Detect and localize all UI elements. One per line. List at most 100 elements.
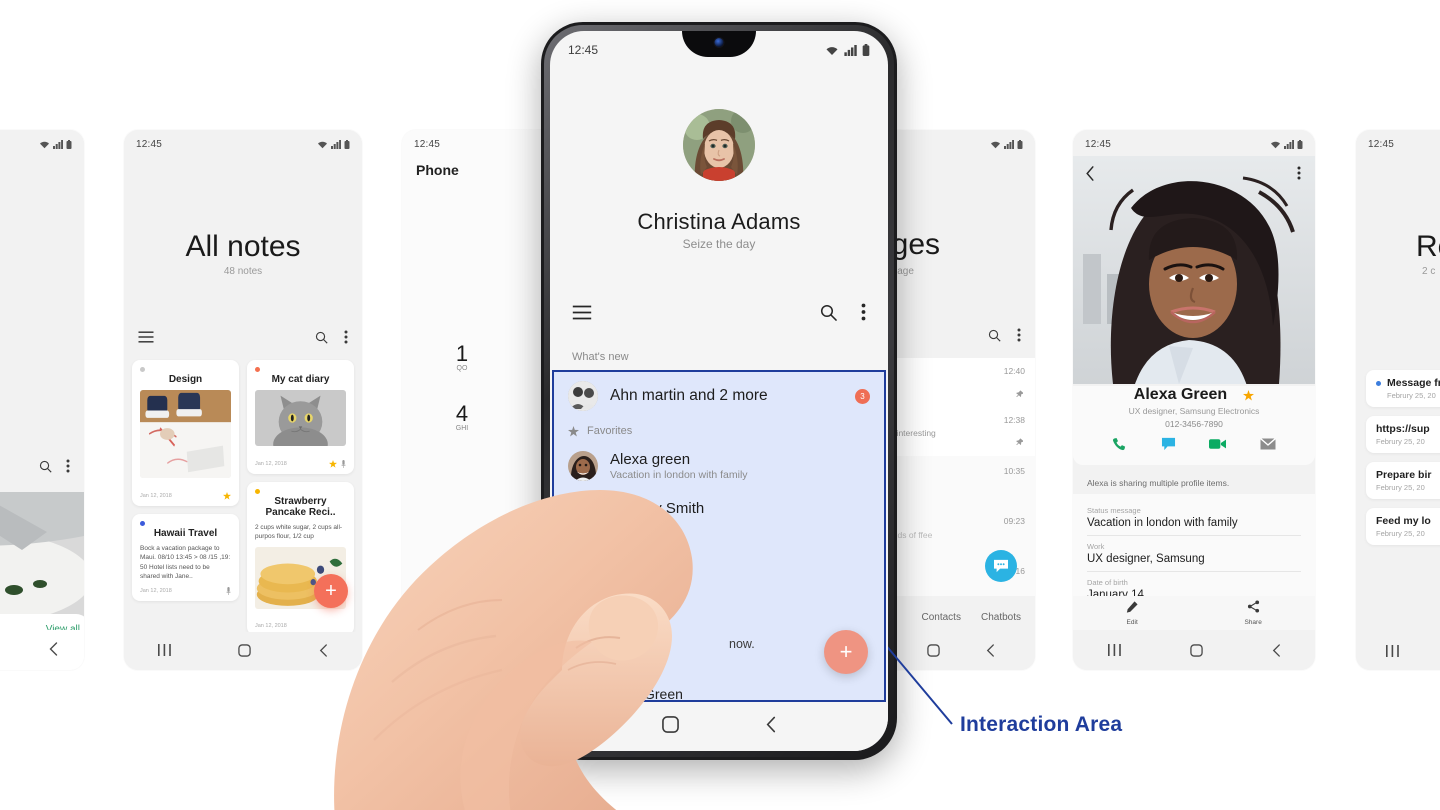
hamburger-icon[interactable] (138, 331, 154, 343)
field-label: Status message (1087, 506, 1141, 515)
group-avatar-image (568, 381, 598, 411)
back-icon[interactable] (1085, 166, 1095, 186)
nav-bar (124, 632, 362, 670)
avatar[interactable] (683, 109, 755, 181)
index-letter-label: A (568, 535, 576, 547)
more-vertical-icon[interactable] (1017, 328, 1021, 342)
avatar (568, 381, 598, 411)
more-vertical-icon[interactable] (1297, 166, 1301, 185)
note-icons (226, 586, 231, 595)
wifi-icon (40, 141, 49, 148)
contact-row[interactable]: Aga (554, 554, 884, 594)
contact-row[interactable]: Lindsey Smith (554, 488, 884, 528)
contact-photo (1073, 156, 1315, 384)
star-icon[interactable] (1243, 389, 1255, 401)
unread-badge: 3 (855, 388, 870, 404)
back-icon[interactable] (319, 643, 328, 659)
chatbot-bubble[interactable] (985, 550, 1017, 582)
message-icon[interactable] (1161, 437, 1176, 457)
contact-group-row[interactable]: Ahn martin and 2 more 3 (554, 374, 884, 418)
note-title: Strawberry Pancake Reci.. (265, 496, 336, 518)
more-vertical-icon[interactable] (344, 330, 348, 344)
contact-role: UX designer, Samsung Electronics (1128, 406, 1260, 416)
note-date: Jan 12, 2018 (140, 587, 172, 594)
search-icon[interactable] (39, 460, 52, 473)
more-vertical-icon[interactable] (861, 303, 866, 321)
screen-contact-detail: 12:45 Alexa Green UX designer, Samsung E… (1073, 130, 1315, 670)
note-thumbnail (140, 390, 231, 478)
status-time: 12:45 (1085, 138, 1112, 150)
signal-icon (1004, 139, 1014, 149)
share-action[interactable]: Share (1244, 600, 1262, 626)
chat-icon (994, 559, 1008, 573)
back-icon[interactable] (765, 716, 777, 738)
reminder-text: Prepare bir (1376, 469, 1432, 481)
screen-left-edge: le (0, 130, 84, 670)
thread-time: 12:40 (1003, 366, 1025, 376)
edit-action[interactable]: Edit (1126, 600, 1138, 626)
search-icon[interactable] (820, 304, 837, 321)
add-note-fab[interactable]: + (314, 574, 348, 608)
home-icon[interactable] (1189, 643, 1203, 659)
reminder-item[interactable]: https://sup Februry 25, 20 (1366, 416, 1440, 453)
note-dot (140, 521, 145, 526)
field-label: Work (1087, 542, 1105, 551)
section-header-whats-new: What's new (572, 351, 629, 363)
reminder-item[interactable]: Feed my lo Februry 25, 20 (1366, 508, 1440, 545)
field-label: Date of birth (1087, 578, 1128, 587)
call-icon[interactable] (1112, 437, 1127, 457)
reminder-item[interactable]: Prepare bir Februry 25, 20 (1366, 462, 1440, 499)
notes-appbar (124, 322, 362, 352)
wifi-icon (1271, 141, 1280, 148)
battery-icon (344, 139, 350, 149)
page-title: All notes (185, 230, 301, 263)
search-icon[interactable] (315, 331, 328, 344)
back-icon[interactable] (1272, 643, 1281, 659)
note-title: My cat diary (271, 374, 330, 385)
contact-row[interactable]: Alexa green Vacation in london with fami… (554, 444, 884, 488)
recents-icon[interactable] (157, 644, 171, 658)
home-icon[interactable] (661, 716, 679, 738)
home-icon[interactable] (238, 643, 252, 659)
pin-icon (1015, 386, 1025, 404)
contact-status: Vacation in london with family (610, 469, 748, 481)
dialpad-letters: QO (456, 365, 468, 372)
email-icon[interactable] (1260, 437, 1277, 457)
add-contact-fab[interactable]: + (824, 630, 868, 674)
note-card[interactable]: Hawaii Travel Bock a vacation package to… (132, 514, 239, 601)
hamburger-icon[interactable] (572, 305, 592, 320)
pin-icon (341, 460, 346, 468)
nav-bar (1356, 634, 1440, 670)
phone-notes: 12:45 All notes 48 notes Design Jan 12, … (124, 130, 362, 670)
dialpad-key[interactable]: 1 QO (446, 341, 478, 372)
search-icon[interactable] (988, 329, 1001, 342)
group-name: Ahn martin and 2 more (610, 387, 768, 404)
note-card[interactable]: Design Jan 12, 2018 (132, 360, 239, 506)
food-photo-card[interactable]: $80 $48 (0, 492, 84, 622)
dialpad-key[interactable]: 4 GHI (446, 401, 478, 432)
contact-field[interactable]: Work UX designer, Samsung (1087, 536, 1301, 572)
field-value: Vacation in london with family (1087, 517, 1238, 529)
contact-field[interactable]: Status message Vacation in london with f… (1087, 500, 1301, 536)
page-title: Phone (416, 162, 459, 178)
recents-icon[interactable] (1386, 645, 1399, 659)
note-card[interactable]: Strawberry Pancake Reci.. 2 cups white s… (247, 482, 354, 635)
thread-time: 10:35 (1003, 466, 1025, 476)
recents-icon[interactable] (1107, 644, 1121, 658)
signal-icon (53, 139, 63, 149)
nav-bar (0, 630, 84, 670)
back-icon[interactable] (49, 642, 58, 658)
reminder-list: Message fr Februry 25, 20 https://sup Fe… (1366, 370, 1440, 545)
more-vertical-icon[interactable] (66, 459, 70, 473)
reminder-item[interactable]: Message fr Februry 25, 20 (1366, 370, 1440, 407)
note-dot (255, 367, 260, 372)
video-icon[interactable] (1209, 437, 1227, 457)
phone-contact-detail: 12:45 Alexa Green UX designer, Samsung E… (1073, 130, 1315, 670)
reminder-date: Februry 25, 20 (1376, 437, 1425, 446)
phone-left-edge: le (0, 130, 84, 670)
interaction-area-highlight[interactable]: Ahn martin and 2 more 3 Favorites Alexa … (552, 370, 886, 702)
battery-icon (1017, 139, 1023, 149)
contact-name: Alexa Green (1133, 386, 1228, 403)
note-card[interactable]: My cat diary Jan 12, 2018 (247, 360, 354, 474)
status-time: 12:45 (136, 138, 163, 150)
